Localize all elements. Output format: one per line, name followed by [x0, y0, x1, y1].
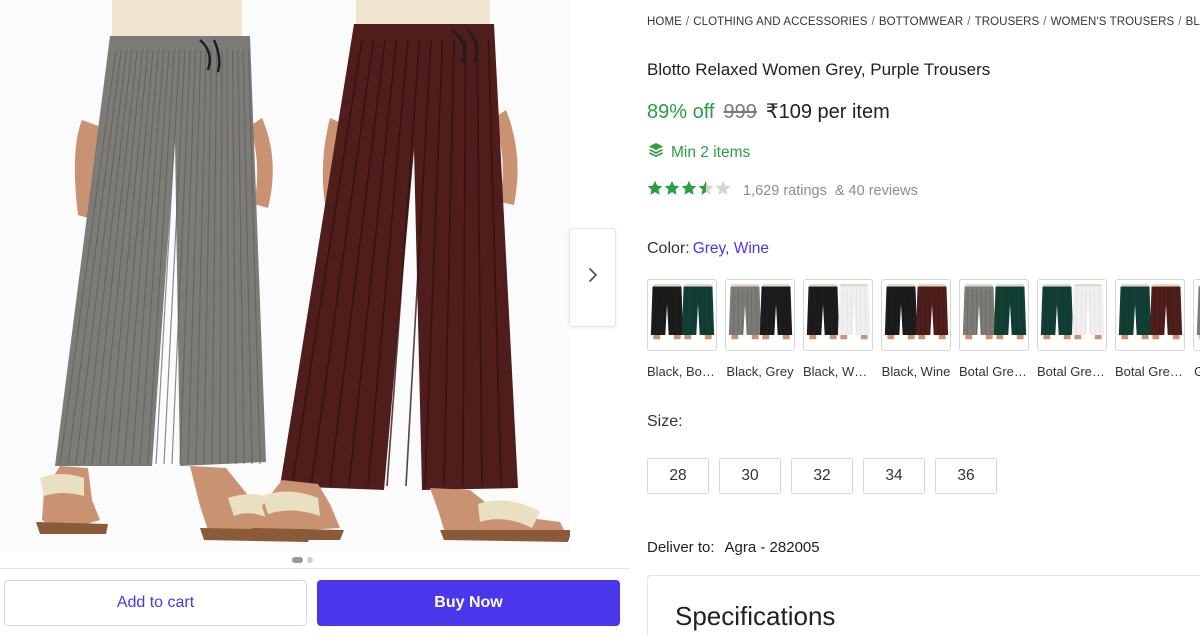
- specifications-card: Specifications: [647, 575, 1200, 635]
- color-swatch-label: Botal Green, Grey: [959, 364, 1029, 379]
- product-details: HOME / CLOTHING AND ACCESSORIES / BOTTOMWEAR…: [647, 0, 1200, 635]
- color-swatch-image: [1115, 279, 1185, 351]
- rating-row[interactable]: 1,629 ratings & 40 reviews: [647, 180, 918, 201]
- trousers-photo: [36, 0, 570, 542]
- color-swatch-image: [959, 279, 1029, 351]
- star-rating: [647, 180, 731, 201]
- breadcrumb-separator: /: [1043, 16, 1047, 28]
- divider: [0, 568, 630, 569]
- size-option[interactable]: 30: [719, 458, 781, 494]
- breadcrumb-separator: /: [1178, 16, 1182, 28]
- pagination-dot[interactable]: [292, 557, 303, 563]
- image-pagination-dots: [292, 557, 313, 563]
- buy-now-button[interactable]: Buy Now: [317, 580, 620, 626]
- star-icon: [715, 180, 731, 201]
- color-swatch[interactable]: Black, White: [803, 279, 873, 379]
- selected-color: Grey, Wine: [692, 240, 770, 257]
- add-to-cart-label: Add to cart: [116, 594, 195, 611]
- next-image-button[interactable]: [569, 228, 616, 327]
- color-swatch-image: [1037, 279, 1107, 351]
- color-swatch[interactable]: Black, Grey: [725, 279, 795, 379]
- size-options: 28 30 32 34 36: [647, 458, 997, 494]
- color-swatch-label: Grey, White: [1193, 364, 1200, 379]
- color-swatch-label: Botal Green, Wine: [1115, 364, 1185, 379]
- color-swatch[interactable]: Black, Bottle Green: [647, 279, 717, 379]
- breadcrumb-item[interactable]: TROUSERS: [975, 16, 1040, 28]
- specifications-title: Specifications: [675, 601, 836, 631]
- breadcrumb-item[interactable]: CLOTHING AND ACCESSORIES: [693, 16, 867, 28]
- chevron-right-icon: [587, 267, 599, 288]
- color-swatch-label: Black, Grey: [726, 364, 794, 379]
- color-swatch[interactable]: Botal Green, White: [1037, 279, 1107, 379]
- deliver-to-label: Deliver to:: [647, 539, 715, 556]
- layers-icon: [647, 141, 665, 164]
- color-swatch-label: Black, White: [803, 364, 873, 379]
- breadcrumb-separator: /: [871, 16, 875, 28]
- breadcrumb-item[interactable]: HOME: [647, 16, 682, 28]
- delivery-row: Deliver to: Agra - 282005: [647, 539, 820, 556]
- price-row: 89% off 999 ₹109 per item: [647, 99, 890, 124]
- color-swatches: Black, Bottle Green Black, Grey Black, Whi…: [647, 279, 1200, 379]
- color-swatch[interactable]: Botal Green, Grey: [959, 279, 1029, 379]
- color-selector-header: Color: Grey, Wine: [647, 240, 769, 258]
- color-swatch-image: [803, 279, 873, 351]
- original-price: 999: [723, 101, 757, 123]
- color-swatch[interactable]: Botal Green, Wine: [1115, 279, 1185, 379]
- color-swatch[interactable]: Black, Wine: [881, 279, 951, 379]
- min-items-note: Min 2 items: [647, 141, 750, 164]
- delivery-location[interactable]: Agra - 282005: [725, 539, 820, 556]
- breadcrumb: HOME / CLOTHING AND ACCESSORIES / BOTTOMWEAR…: [647, 16, 1200, 28]
- breadcrumb-item[interactable]: BLOTTO WOMEN'S TROUSERS: [1186, 16, 1200, 28]
- breadcrumb-separator: /: [967, 16, 971, 28]
- color-swatch-image: [1193, 279, 1200, 351]
- star-icon: [647, 180, 663, 201]
- size-option[interactable]: 34: [863, 458, 925, 494]
- color-swatch[interactable]: Grey, White: [1193, 279, 1200, 379]
- color-swatch-label: Botal Green, White: [1037, 364, 1107, 379]
- add-to-cart-button[interactable]: Add to cart: [4, 580, 307, 626]
- size-option[interactable]: 32: [791, 458, 853, 494]
- star-icon: [681, 180, 697, 201]
- color-swatch-image: [647, 279, 717, 351]
- buy-now-label: Buy Now: [434, 594, 503, 611]
- pagination-dot[interactable]: [307, 557, 313, 563]
- breadcrumb-separator: /: [685, 16, 690, 28]
- star-icon: [664, 180, 680, 201]
- discount-percent: 89% off: [647, 101, 715, 123]
- size-label: Size:: [647, 413, 683, 430]
- color-swatch-image: [881, 279, 951, 351]
- star-icon: [698, 180, 714, 201]
- breadcrumb-item[interactable]: BOTTOMWEAR: [879, 16, 963, 28]
- product-main-image[interactable]: [0, 0, 570, 552]
- color-swatch-label: Black, Wine: [881, 364, 951, 379]
- size-option[interactable]: 28: [647, 458, 709, 494]
- color-swatch-image: [725, 279, 795, 351]
- size-option[interactable]: 36: [935, 458, 997, 494]
- color-swatch-label: Black, Bottle Green: [647, 364, 717, 379]
- min-items-text: Min 2 items: [671, 143, 751, 161]
- color-label: Color:: [647, 240, 690, 257]
- product-gallery: Add to cart Buy Now: [0, 0, 630, 635]
- ratings-count: 1,629 ratings: [743, 182, 827, 199]
- selling-price: ₹109 per item: [765, 101, 890, 123]
- product-title: Blotto Relaxed Women Grey, Purple Trouse…: [647, 60, 991, 79]
- reviews-count: & 40 reviews: [834, 182, 918, 199]
- breadcrumb-item[interactable]: WOMEN'S TROUSERS: [1051, 16, 1175, 28]
